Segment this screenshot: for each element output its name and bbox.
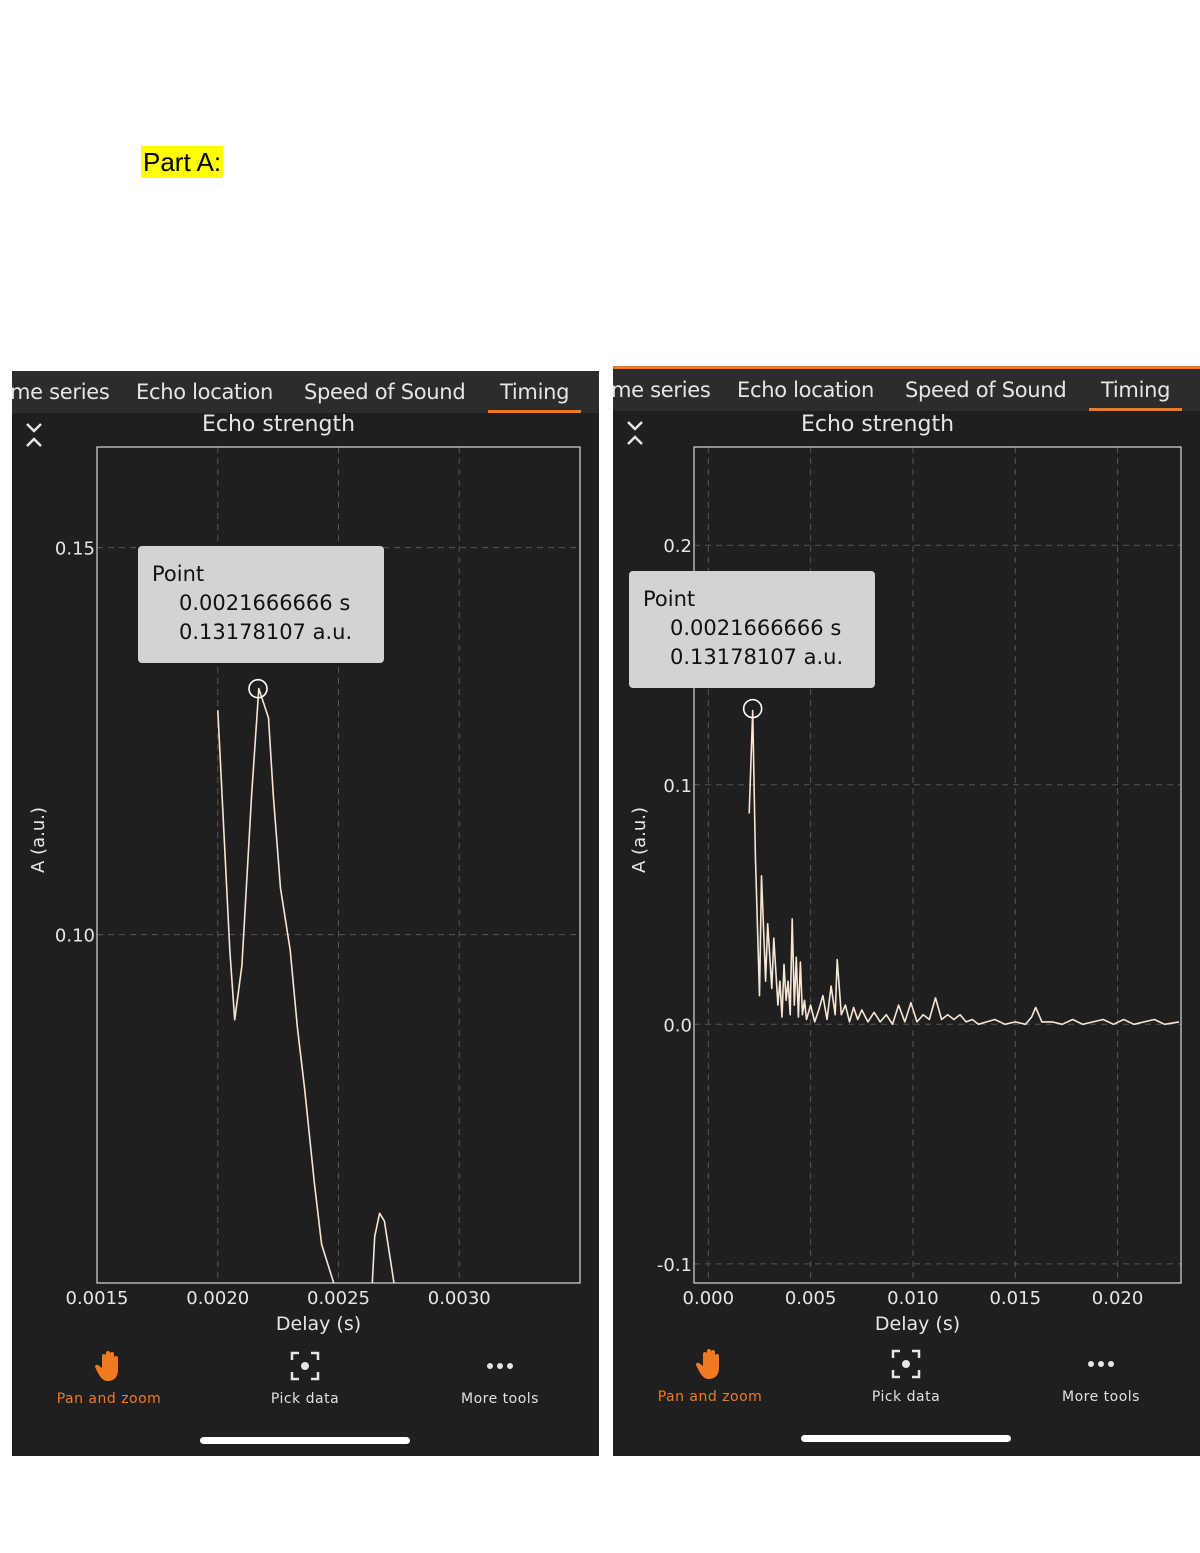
target-icon bbox=[891, 1349, 921, 1379]
point-tooltip: Point 0.0021666666 s 0.13178107 a.u. bbox=[629, 571, 875, 688]
series-line bbox=[371, 1212, 395, 1283]
x-tick-label: 0.0030 bbox=[428, 1288, 491, 1309]
hand-icon bbox=[695, 1349, 719, 1379]
x-axis-label: Delay (s) bbox=[276, 1313, 361, 1335]
x-tick-label: 0.015 bbox=[989, 1288, 1041, 1309]
tooltip-title: Point bbox=[152, 562, 205, 586]
series-line bbox=[217, 687, 335, 1283]
home-indicator bbox=[801, 1435, 1011, 1442]
tooltip-x-value: 0.0021666666 s bbox=[670, 616, 842, 640]
home-indicator bbox=[200, 1437, 410, 1444]
x-tick-label: 0.010 bbox=[887, 1288, 939, 1309]
x-axis-label: Delay (s) bbox=[875, 1313, 960, 1335]
series-group bbox=[748, 709, 1180, 1026]
tooltip-x-value: 0.0021666666 s bbox=[179, 591, 351, 615]
pick-data-label: Pick data bbox=[270, 1391, 340, 1407]
echo-strength-chart-full[interactable]: Echo strength 0.000 0.005 0.010 0.015 0.020 -0… bbox=[613, 369, 1200, 1344]
phone-screenshot-left: me series Echo location Speed of Sound T… bbox=[12, 371, 599, 1456]
chart-title: Echo strength bbox=[202, 412, 355, 437]
pan-and-zoom-button[interactable]: Pan and zoom bbox=[19, 1349, 199, 1407]
y-axis-label: A (a.u.) bbox=[629, 807, 650, 873]
x-tick-label: 0.000 bbox=[683, 1288, 735, 1309]
phone-screenshot-right: me series Echo location Speed of Sound T… bbox=[613, 366, 1200, 1456]
x-tick-label: 0.005 bbox=[785, 1288, 837, 1309]
point-tooltip: Point 0.0021666666 s 0.13178107 a.u. bbox=[138, 546, 384, 663]
pick-data-button[interactable]: Pick data bbox=[816, 1347, 996, 1405]
more-tools-button[interactable]: More tools bbox=[1011, 1347, 1191, 1405]
more-tools-button[interactable]: More tools bbox=[410, 1349, 590, 1407]
y-tick-label: 0.15 bbox=[55, 539, 95, 560]
x-tick-label: 0.0015 bbox=[66, 1288, 129, 1309]
chart-title: Echo strength bbox=[801, 412, 954, 437]
y-tick-label: -0.1 bbox=[657, 1255, 692, 1276]
echo-strength-chart-zoomed[interactable]: Echo strength 0.0015 0.0020 0.0025 0.0030 0.1… bbox=[12, 371, 599, 1346]
pick-data-label: Pick data bbox=[871, 1389, 941, 1405]
x-tick-label: 0.0020 bbox=[186, 1288, 249, 1309]
y-tick-label: 0.1 bbox=[663, 776, 692, 797]
y-tick-label: 0.10 bbox=[55, 926, 95, 947]
x-tick-label: 0.0025 bbox=[307, 1288, 370, 1309]
series-group bbox=[217, 687, 395, 1283]
pick-data-button[interactable]: Pick data bbox=[215, 1349, 395, 1407]
more-tools-label: More tools bbox=[1062, 1389, 1140, 1405]
more-dots-icon bbox=[487, 1363, 513, 1369]
y-tick-label: 0.0 bbox=[663, 1015, 692, 1036]
pan-and-zoom-label: Pan and zoom bbox=[56, 1391, 162, 1407]
pan-and-zoom-label: Pan and zoom bbox=[657, 1389, 763, 1405]
y-axis-label: A (a.u.) bbox=[28, 807, 49, 873]
more-tools-label: More tools bbox=[461, 1391, 539, 1407]
x-tick-label: 0.020 bbox=[1092, 1288, 1144, 1309]
part-a-label: Part A: bbox=[141, 146, 224, 178]
target-icon bbox=[290, 1351, 320, 1381]
hand-icon bbox=[94, 1351, 118, 1381]
tooltip-y-value: 0.13178107 a.u. bbox=[179, 620, 353, 644]
series-line bbox=[748, 709, 1180, 1026]
more-dots-icon bbox=[1088, 1361, 1114, 1367]
y-tick-label: 0.2 bbox=[663, 536, 692, 557]
tooltip-y-value: 0.13178107 a.u. bbox=[670, 645, 844, 669]
tooltip-title: Point bbox=[643, 587, 696, 611]
pan-and-zoom-button[interactable]: Pan and zoom bbox=[620, 1347, 800, 1405]
